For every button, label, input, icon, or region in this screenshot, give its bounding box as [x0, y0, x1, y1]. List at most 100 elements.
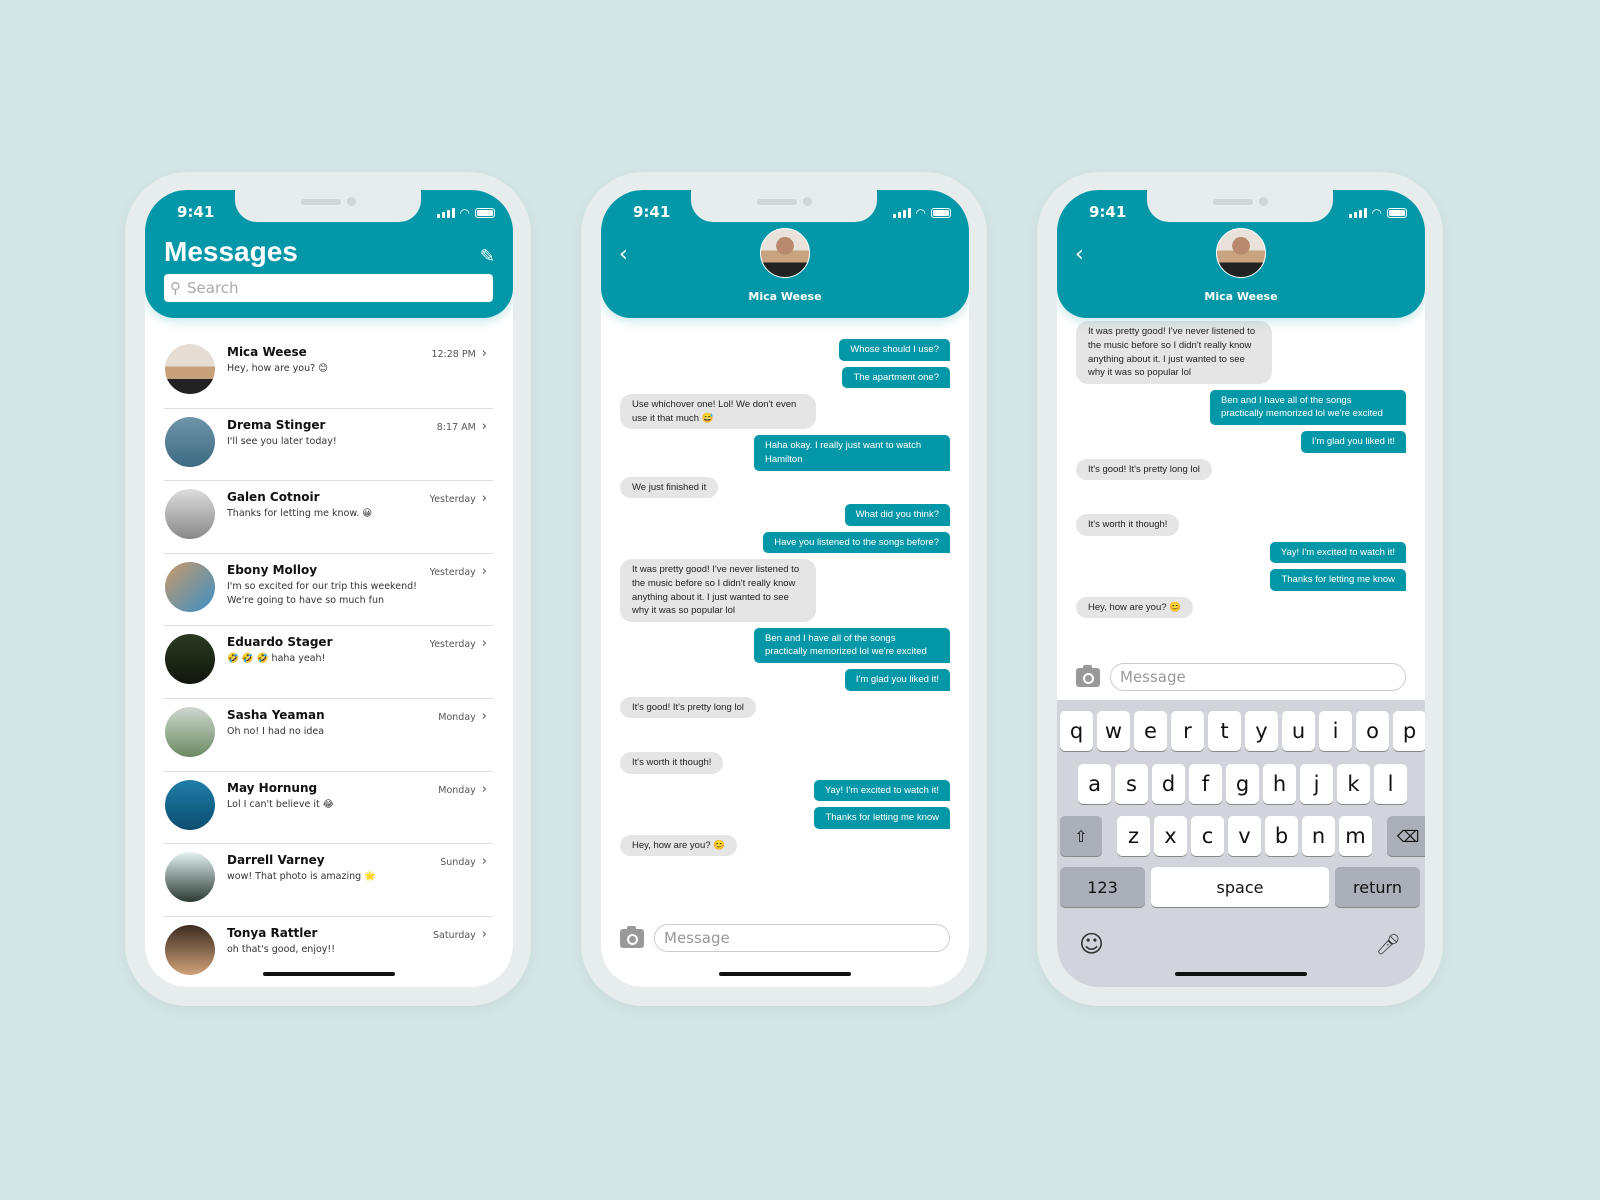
message-time: Sunday	[440, 854, 487, 869]
sent-message-bubble: Yay! I'm excited to watch it!	[813, 779, 950, 802]
backspace-key[interactable]: ⌫	[1387, 816, 1425, 856]
emoji-icon[interactable]: ☺	[1079, 930, 1104, 958]
signal-icon	[1348, 208, 1367, 218]
conversation-row[interactable]: May Hornung Lol I can't believe it 😂 Monda…	[164, 772, 493, 845]
camera-icon[interactable]	[620, 925, 644, 948]
key-j[interactable]: j	[1300, 764, 1333, 804]
contact-avatar[interactable]	[1216, 228, 1266, 278]
contact-name: Sasha Yeaman	[227, 707, 325, 722]
key-o[interactable]: o	[1356, 711, 1389, 751]
status-time: 9:41	[177, 203, 215, 221]
sent-message-bubble: Ben and I have all of the songs practica…	[754, 627, 950, 663]
speaker	[757, 199, 797, 205]
back-chevron-icon[interactable]: ‹	[1075, 242, 1084, 267]
key-l[interactable]: l	[1374, 764, 1407, 804]
shift-key[interactable]: ⇧	[1060, 816, 1102, 856]
key-t[interactable]: t	[1208, 711, 1241, 751]
message-preview: Lol I can't believe it 😂	[227, 798, 334, 810]
message-input[interactable]: Message	[654, 924, 950, 952]
message-time: Yesterday	[430, 564, 487, 579]
conversation-row[interactable]: Drema Stinger I'll see you later today! 8:…	[164, 409, 493, 482]
contact-name: Mica Weese	[748, 290, 822, 303]
speaker	[1213, 199, 1253, 205]
contact-avatar[interactable]	[760, 228, 810, 278]
key-e[interactable]: e	[1134, 711, 1167, 751]
key-m[interactable]: m	[1339, 816, 1372, 856]
key-c[interactable]: c	[1191, 816, 1224, 856]
key-y[interactable]: y	[1245, 711, 1278, 751]
conversation-row[interactable]: Mica Weese Hey, how are you? 😊 12:28 PM	[164, 336, 493, 409]
key-d[interactable]: d	[1152, 764, 1185, 804]
contact-name: Ebony Molloy	[227, 562, 318, 577]
message-input[interactable]: Message	[1110, 663, 1406, 691]
compose-pencil-icon[interactable]: ✎	[480, 246, 495, 267]
key-h[interactable]: h	[1263, 764, 1296, 804]
key-g[interactable]: g	[1226, 764, 1259, 804]
contact-name: Galen Cotnoir	[227, 490, 320, 505]
key-f[interactable]: f	[1189, 764, 1222, 804]
key-v[interactable]: v	[1228, 816, 1261, 856]
home-indicator[interactable]	[1175, 972, 1307, 976]
search-input[interactable]: ⚲ Search	[164, 274, 493, 302]
sent-message-bubble: Ben and I have all of the songs practica…	[1210, 389, 1406, 425]
key-r[interactable]: r	[1171, 711, 1204, 751]
contact-name: Mica Weese	[1204, 290, 1278, 303]
received-message-bubble: It's worth it though!	[620, 752, 724, 774]
message-time: Monday	[438, 709, 487, 724]
avatar	[165, 344, 215, 394]
contact-name: Eduardo Stager	[227, 635, 333, 650]
conversation-row[interactable]: Galen Cotnoir Thanks for letting me know.…	[164, 481, 493, 554]
sent-message-bubble: Haha okay. I really just want to watch H…	[754, 435, 950, 471]
key-n[interactable]: n	[1302, 816, 1335, 856]
key-x[interactable]: x	[1154, 816, 1187, 856]
received-message-bubble: Hey, how are you? 😊	[1076, 596, 1193, 619]
notch	[691, 190, 877, 222]
back-chevron-icon[interactable]: ‹	[619, 242, 628, 267]
status-icons: ◠	[1348, 206, 1407, 220]
front-camera	[1259, 197, 1268, 206]
key-s[interactable]: s	[1115, 764, 1148, 804]
phone-messages-list: 9:41 ◠ Messages ✎ ⚲ Search Mica Weese Hey,…	[125, 172, 531, 1006]
conversation-list: Mica Weese Hey, how are you? 😊 12:28 PM Dre…	[164, 336, 493, 987]
key-w[interactable]: w	[1097, 711, 1130, 751]
message-preview: oh that's good, enjoy!!	[227, 943, 336, 955]
received-message-bubble: It's good! It's pretty long lol	[1076, 458, 1212, 481]
microphone-icon[interactable]: 🎤︎	[1376, 932, 1401, 956]
search-icon: ⚲	[170, 279, 181, 297]
message-time: 8:17 AM	[437, 419, 487, 434]
avatar	[165, 852, 215, 903]
notch	[235, 190, 421, 222]
key-k[interactable]: k	[1337, 764, 1370, 804]
key-u[interactable]: u	[1282, 711, 1315, 751]
message-preview: Oh no! I had no idea	[227, 725, 325, 737]
screen: 9:41 ◠ Messages ✎ ⚲ Search Mica Weese Hey,…	[145, 190, 513, 987]
key-p[interactable]: p	[1393, 711, 1425, 751]
message-preview: I'm so excited for our trip this weekend…	[227, 580, 417, 606]
message-time: Yesterday	[430, 636, 487, 651]
key-b[interactable]: b	[1265, 816, 1298, 856]
conversation-row[interactable]: Tonya Rattler oh that's good, enjoy!! Satu…	[164, 917, 493, 987]
key-i[interactable]: i	[1319, 711, 1352, 751]
conversation-row[interactable]: Ebony Molloy I'm so excited for our trip …	[164, 554, 493, 627]
received-message-bubble: Hey, how are you? 😊	[620, 834, 737, 857]
numbers-key[interactable]: 123	[1060, 867, 1145, 907]
conversation-row[interactable]: Sasha Yeaman Oh no! I had no idea Monday	[164, 699, 493, 772]
space-key[interactable]: space	[1151, 867, 1329, 907]
key-q[interactable]: q	[1060, 711, 1093, 751]
keyboard: qwertyuiop asdfghjkl ⇧ z x c v b n m ⌫ 123 space r…	[1057, 700, 1425, 987]
avatar	[165, 561, 215, 612]
speaker	[301, 199, 341, 205]
message-time: Saturday	[433, 927, 487, 942]
home-indicator[interactable]	[719, 972, 851, 976]
message-preview: 🤣 🤣 🤣 haha yeah!	[227, 653, 326, 665]
conversation-row[interactable]: Eduardo Stager 🤣 🤣 🤣 haha yeah! Yesterday	[164, 626, 493, 699]
home-indicator[interactable]	[263, 972, 395, 976]
screen: 9:41 ◠ ‹ Mica WeeseWhose should I use?Th…	[1057, 190, 1425, 987]
message-preview: wow! That photo is amazing 🌟	[227, 871, 377, 883]
status-icons: ◠	[436, 206, 495, 220]
key-z[interactable]: z	[1117, 816, 1150, 856]
conversation-row[interactable]: Darrell Varney wow! That photo is amazing…	[164, 844, 493, 917]
key-a[interactable]: a	[1078, 764, 1111, 804]
camera-icon[interactable]	[1076, 664, 1100, 687]
return-key[interactable]: return	[1335, 867, 1420, 907]
